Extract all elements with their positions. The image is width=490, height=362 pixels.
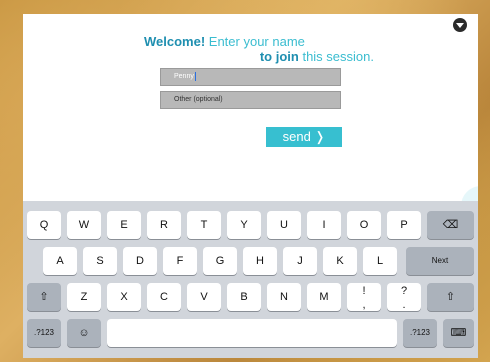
key-s[interactable]: S: [83, 247, 117, 275]
name-input-value: Penny: [174, 73, 194, 80]
exclaim-glyph: !: [362, 285, 366, 297]
delete-key[interactable]: ⌫: [427, 211, 474, 239]
key-w[interactable]: W: [67, 211, 101, 239]
key-y[interactable]: Y: [227, 211, 261, 239]
key-u[interactable]: U: [267, 211, 301, 239]
key-p[interactable]: P: [387, 211, 421, 239]
key-l[interactable]: L: [363, 247, 397, 275]
numbers-left-key[interactable]: .?123: [27, 319, 61, 347]
key-q[interactable]: Q: [27, 211, 61, 239]
welcome-bold: Welcome!: [144, 34, 206, 49]
other-optional-input[interactable]: Other (optional): [160, 91, 341, 109]
key-x[interactable]: X: [107, 283, 141, 311]
key-k[interactable]: K: [323, 247, 357, 275]
emoji-key[interactable]: ☺: [67, 319, 101, 347]
dropdown-menu-icon[interactable]: [453, 18, 467, 32]
key-v[interactable]: V: [187, 283, 221, 311]
key-h[interactable]: H: [243, 247, 277, 275]
shift-icon: ⇧: [445, 291, 456, 303]
emoji-icon: ☺: [78, 327, 90, 339]
space-bar[interactable]: [107, 319, 397, 347]
join-bold: to join: [259, 49, 299, 64]
welcome-text: Enter your name: [205, 34, 305, 49]
key-z[interactable]: Z: [67, 283, 101, 311]
shift-left-key[interactable]: ⇧: [27, 283, 61, 311]
send-button[interactable]: send ❭: [266, 127, 342, 147]
key-m[interactable]: M: [307, 283, 341, 311]
other-input-placeholder: Other (optional): [174, 96, 223, 103]
keyboard-icon: ⌨: [450, 327, 467, 339]
key-f[interactable]: F: [163, 247, 197, 275]
numbers-right-key[interactable]: .?123: [403, 319, 437, 347]
question-glyph: ?: [400, 285, 408, 297]
name-input[interactable]: Penny: [160, 68, 341, 86]
shift-right-key[interactable]: ⇧: [427, 283, 474, 311]
key-d[interactable]: D: [123, 247, 157, 275]
onscreen-keyboard: Q W E R T Y U I O P ⌫ A S D F G H J K L …: [23, 201, 478, 358]
key-n[interactable]: N: [267, 283, 301, 311]
key-b[interactable]: B: [227, 283, 261, 311]
key-r[interactable]: R: [147, 211, 181, 239]
key-g[interactable]: G: [203, 247, 237, 275]
key-i[interactable]: I: [307, 211, 341, 239]
delete-icon: ⌫: [442, 219, 459, 231]
welcome-message: Welcome! Enter your name to join this se…: [144, 34, 374, 64]
key-a[interactable]: A: [43, 247, 77, 275]
key-o[interactable]: O: [347, 211, 381, 239]
next-key[interactable]: Next: [406, 247, 474, 275]
hide-keyboard-key[interactable]: ⌨: [443, 319, 474, 347]
key-question-period[interactable]: ?.: [387, 283, 421, 311]
key-exclamation-comma[interactable]: !,: [347, 283, 381, 311]
key-e[interactable]: E: [107, 211, 141, 239]
key-j[interactable]: J: [283, 247, 317, 275]
session-text: this session.: [298, 49, 374, 64]
text-cursor: [194, 71, 196, 81]
app-screen: Welcome! Enter your name to join this se…: [23, 14, 478, 358]
key-t[interactable]: T: [187, 211, 221, 239]
shift-icon: ⇧: [39, 291, 49, 303]
period-glyph: .: [402, 299, 406, 311]
key-c[interactable]: C: [147, 283, 181, 311]
comma-glyph: ,: [362, 299, 366, 311]
